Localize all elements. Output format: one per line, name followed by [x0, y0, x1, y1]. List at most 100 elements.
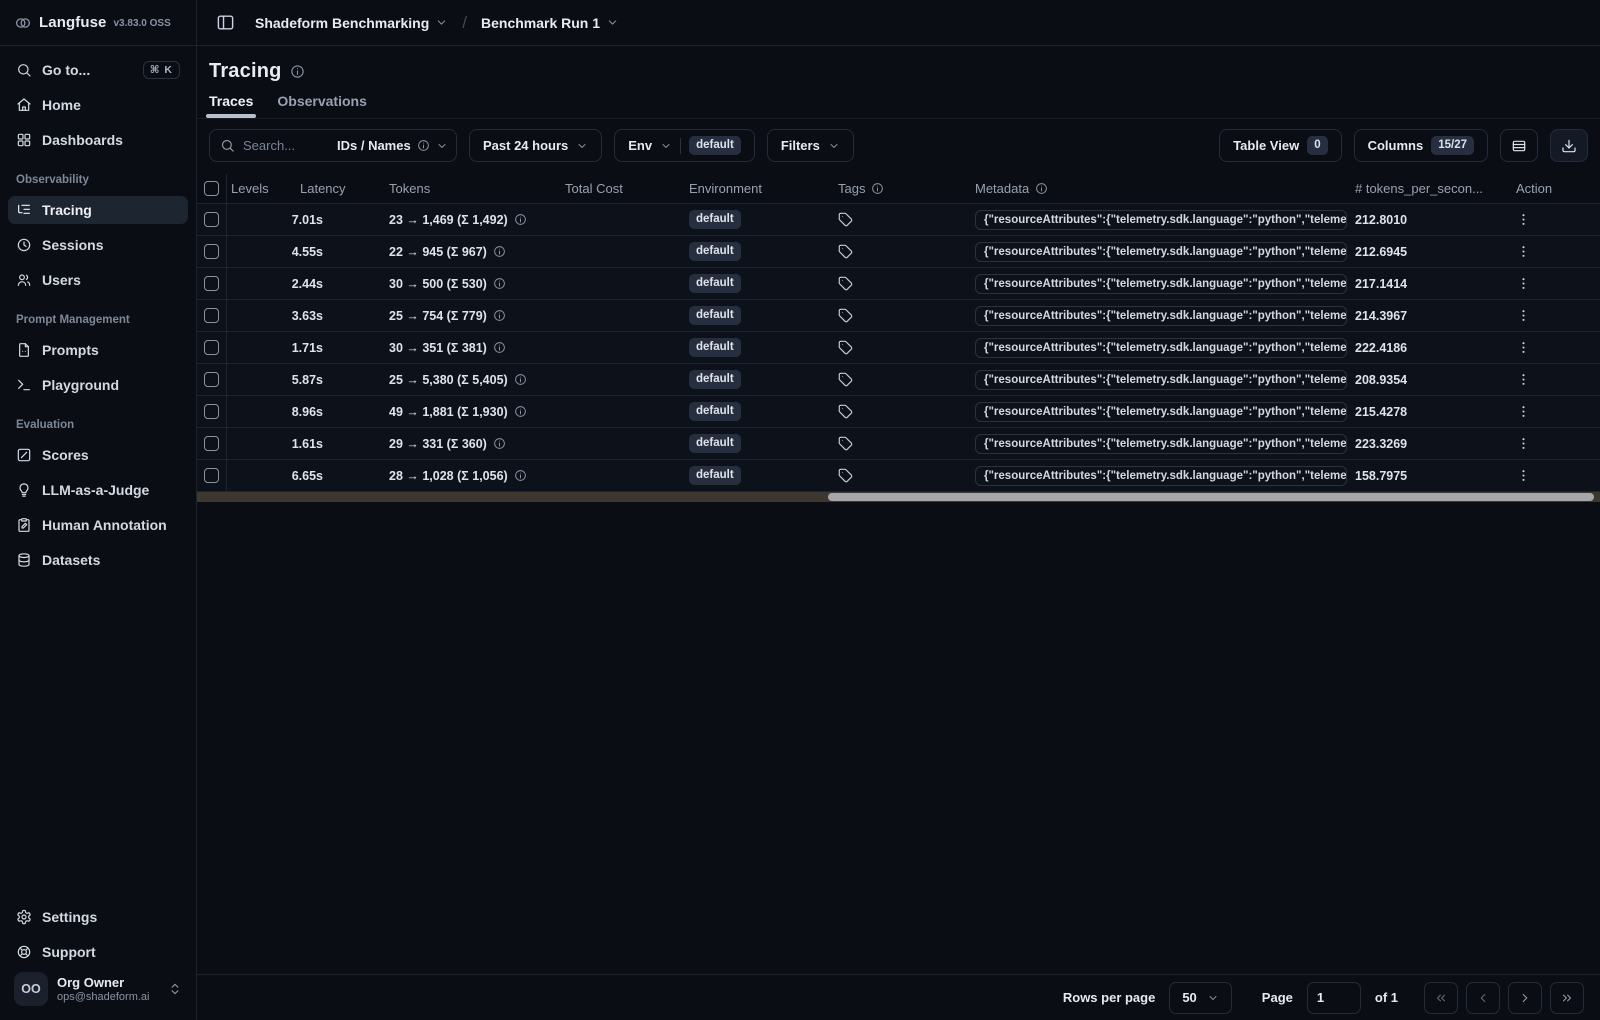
sidebar-item-datasets[interactable]: Datasets [8, 546, 188, 574]
tag-button[interactable] [838, 340, 853, 355]
metadata-pill[interactable]: {"resourceAttributes":{"telemetry.sdk.la… [975, 465, 1347, 486]
info-icon[interactable] [514, 469, 527, 482]
tag-button[interactable] [838, 468, 853, 483]
table-row[interactable]: 3.63s 25 → 754 (Σ 779) default {"resourc… [197, 300, 1600, 332]
sidebar-item-tracing[interactable]: Tracing [8, 196, 188, 224]
sidebar-toggle-button[interactable] [211, 9, 239, 37]
metadata-pill[interactable]: {"resourceAttributes":{"telemetry.sdk.la… [975, 433, 1347, 454]
kebab-menu-button[interactable] [1516, 372, 1531, 387]
search-mode-dropdown[interactable]: IDs / Names [337, 138, 448, 153]
breadcrumb-run[interactable]: Benchmark Run 1 [481, 15, 619, 31]
scrollbar-thumb[interactable] [828, 493, 1595, 501]
metadata-pill[interactable]: {"resourceAttributes":{"telemetry.sdk.la… [975, 241, 1347, 262]
tab-traces[interactable]: Traces [205, 93, 257, 118]
row-height-button[interactable] [1500, 129, 1538, 162]
table-row[interactable]: 1.61s 29 → 331 (Σ 360) default {"resourc… [197, 428, 1600, 460]
filters-button[interactable]: Filters [766, 129, 854, 162]
header-latency[interactable]: Latency [292, 181, 385, 196]
table-row[interactable]: 25.87s 25 → 5,380 (Σ 5,405) default {"re… [197, 364, 1600, 396]
header-tokens[interactable]: Tokens [385, 181, 561, 196]
table-row[interactable]: 7.01s 23 → 1,469 (Σ 1,492) default {"res… [197, 204, 1600, 236]
row-checkbox[interactable] [204, 468, 219, 483]
header-total-cost[interactable]: Total Cost [561, 181, 685, 196]
row-checkbox[interactable] [204, 276, 219, 291]
kebab-menu-button[interactable] [1516, 308, 1531, 323]
kebab-menu-button[interactable] [1516, 404, 1531, 419]
sidebar-item-prompts[interactable]: Prompts [8, 336, 188, 364]
tag-button[interactable] [838, 404, 853, 419]
first-page-button[interactable] [1424, 981, 1458, 1014]
header-tokens-per-second[interactable]: # tokens_per_secon... [1351, 181, 1504, 196]
row-checkbox[interactable] [204, 244, 219, 259]
tag-button[interactable] [838, 372, 853, 387]
info-icon[interactable] [493, 309, 506, 322]
next-page-button[interactable] [1508, 981, 1542, 1014]
info-icon[interactable] [514, 373, 527, 386]
sidebar-item-human-annotation[interactable]: Human Annotation [8, 511, 188, 539]
metadata-pill[interactable]: {"resourceAttributes":{"telemetry.sdk.la… [975, 273, 1347, 294]
metadata-pill[interactable]: {"resourceAttributes":{"telemetry.sdk.la… [975, 305, 1347, 326]
goto-button[interactable]: Go to... ⌘ K [8, 56, 188, 84]
tag-button[interactable] [838, 276, 853, 291]
select-all-checkbox[interactable] [204, 181, 219, 196]
kebab-menu-button[interactable] [1516, 244, 1531, 259]
metadata-pill[interactable]: {"resourceAttributes":{"telemetry.sdk.la… [975, 369, 1347, 390]
info-icon[interactable] [290, 64, 305, 79]
table-row[interactable]: 8.96s 49 → 1,881 (Σ 1,930) default {"res… [197, 396, 1600, 428]
header-metadata[interactable]: Metadata [971, 181, 1351, 196]
tab-observations[interactable]: Observations [277, 93, 366, 118]
org-switcher[interactable]: OO Org Owner ops@shadeform.ai [8, 966, 188, 1012]
metadata-pill[interactable]: {"resourceAttributes":{"telemetry.sdk.la… [975, 401, 1347, 422]
table-row[interactable]: 4.55s 22 → 945 (Σ 967) default {"resourc… [197, 236, 1600, 268]
kebab-menu-button[interactable] [1516, 436, 1531, 451]
info-icon[interactable] [493, 341, 506, 354]
sidebar-item-llm-judge[interactable]: LLM-as-a-Judge [8, 476, 188, 504]
sidebar-item-settings[interactable]: Settings [8, 903, 188, 931]
info-icon[interactable] [493, 277, 506, 290]
tag-button[interactable] [838, 436, 853, 451]
row-checkbox[interactable] [204, 212, 219, 227]
tag-button[interactable] [838, 244, 853, 259]
columns-button[interactable]: Columns 15/27 [1353, 129, 1488, 162]
header-environment[interactable]: Environment [685, 181, 834, 196]
breadcrumb-project[interactable]: Shadeform Benchmarking [255, 15, 448, 31]
tag-button[interactable] [838, 308, 853, 323]
table-view-button[interactable]: Table View 0 [1219, 129, 1342, 162]
header-tags[interactable]: Tags [834, 181, 971, 196]
row-checkbox[interactable] [204, 436, 219, 451]
table-row[interactable]: 1.71s 30 → 351 (Σ 381) default {"resourc… [197, 332, 1600, 364]
sidebar-item-playground[interactable]: Playground [8, 371, 188, 399]
metadata-pill[interactable]: {"resourceAttributes":{"telemetry.sdk.la… [975, 209, 1347, 230]
sidebar-item-users[interactable]: Users [8, 266, 188, 294]
kebab-menu-button[interactable] [1516, 468, 1531, 483]
table-row[interactable]: 6.65s 28 → 1,028 (Σ 1,056) default {"res… [197, 460, 1600, 492]
export-button[interactable] [1550, 129, 1588, 162]
header-levels[interactable]: Levels [227, 181, 292, 196]
sidebar-item-home[interactable]: Home [8, 91, 188, 119]
env-filter-button[interactable]: Env default [614, 129, 755, 162]
kebab-menu-button[interactable] [1516, 276, 1531, 291]
sidebar-item-dashboards[interactable]: Dashboards [8, 126, 188, 154]
info-icon[interactable] [514, 213, 527, 226]
info-icon[interactable] [493, 245, 506, 258]
kebab-menu-button[interactable] [1516, 212, 1531, 227]
row-checkbox[interactable] [204, 372, 219, 387]
info-icon[interactable] [493, 437, 506, 450]
search-input[interactable] [243, 138, 329, 153]
time-range-button[interactable]: Past 24 hours [469, 129, 603, 162]
last-page-button[interactable] [1550, 981, 1584, 1014]
info-icon[interactable] [514, 405, 527, 418]
sidebar-item-scores[interactable]: Scores [8, 441, 188, 469]
row-checkbox[interactable] [204, 404, 219, 419]
row-checkbox[interactable] [204, 308, 219, 323]
horizontal-scrollbar[interactable] [197, 492, 1600, 502]
previous-page-button[interactable] [1466, 981, 1500, 1014]
rows-per-page-select[interactable]: 50 [1169, 981, 1232, 1014]
sidebar-item-sessions[interactable]: Sessions [8, 231, 188, 259]
search-group[interactable]: IDs / Names [209, 129, 457, 162]
row-checkbox[interactable] [204, 340, 219, 355]
sidebar-item-support[interactable]: Support [8, 938, 188, 966]
tag-button[interactable] [838, 212, 853, 227]
table-row[interactable]: 2.44s 30 → 500 (Σ 530) default {"resourc… [197, 268, 1600, 300]
metadata-pill[interactable]: {"resourceAttributes":{"telemetry.sdk.la… [975, 337, 1347, 358]
